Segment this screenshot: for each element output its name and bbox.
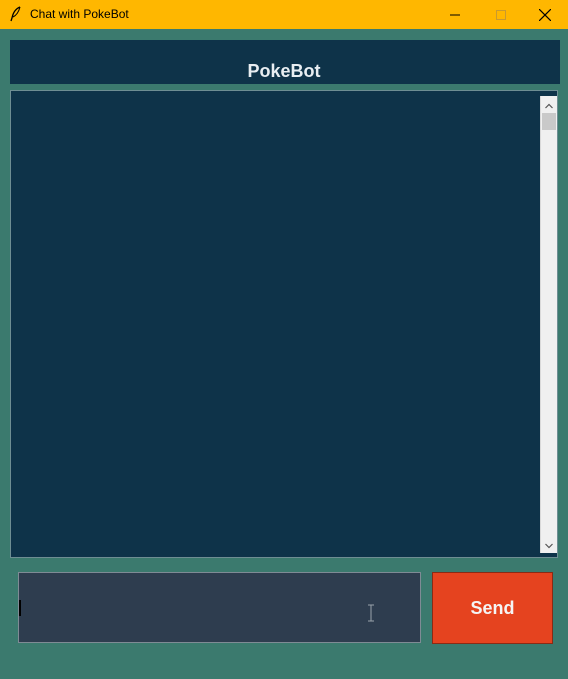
minimize-icon	[450, 10, 460, 20]
close-icon	[539, 8, 551, 21]
page-title: PokeBot	[247, 61, 321, 81]
text-caret	[19, 600, 21, 616]
message-input[interactable]	[18, 572, 421, 643]
minimize-button[interactable]	[432, 0, 478, 29]
close-button[interactable]	[522, 0, 568, 29]
feather-icon	[9, 6, 23, 22]
chat-scrollbar[interactable]	[540, 96, 557, 553]
window-title: Chat with PokeBot	[30, 7, 129, 21]
maximize-button[interactable]	[478, 0, 524, 29]
chat-log[interactable]	[10, 90, 558, 558]
text-cursor-icon	[366, 604, 376, 622]
scroll-down-button[interactable]	[541, 536, 557, 553]
chevron-down-icon	[545, 536, 553, 554]
scroll-up-button[interactable]	[541, 96, 557, 113]
title-bar[interactable]: Chat with PokeBot	[0, 0, 568, 29]
chevron-up-icon	[545, 96, 553, 114]
send-button[interactable]: Send	[432, 572, 553, 644]
maximize-icon	[496, 9, 506, 20]
scroll-thumb[interactable]	[542, 113, 556, 130]
